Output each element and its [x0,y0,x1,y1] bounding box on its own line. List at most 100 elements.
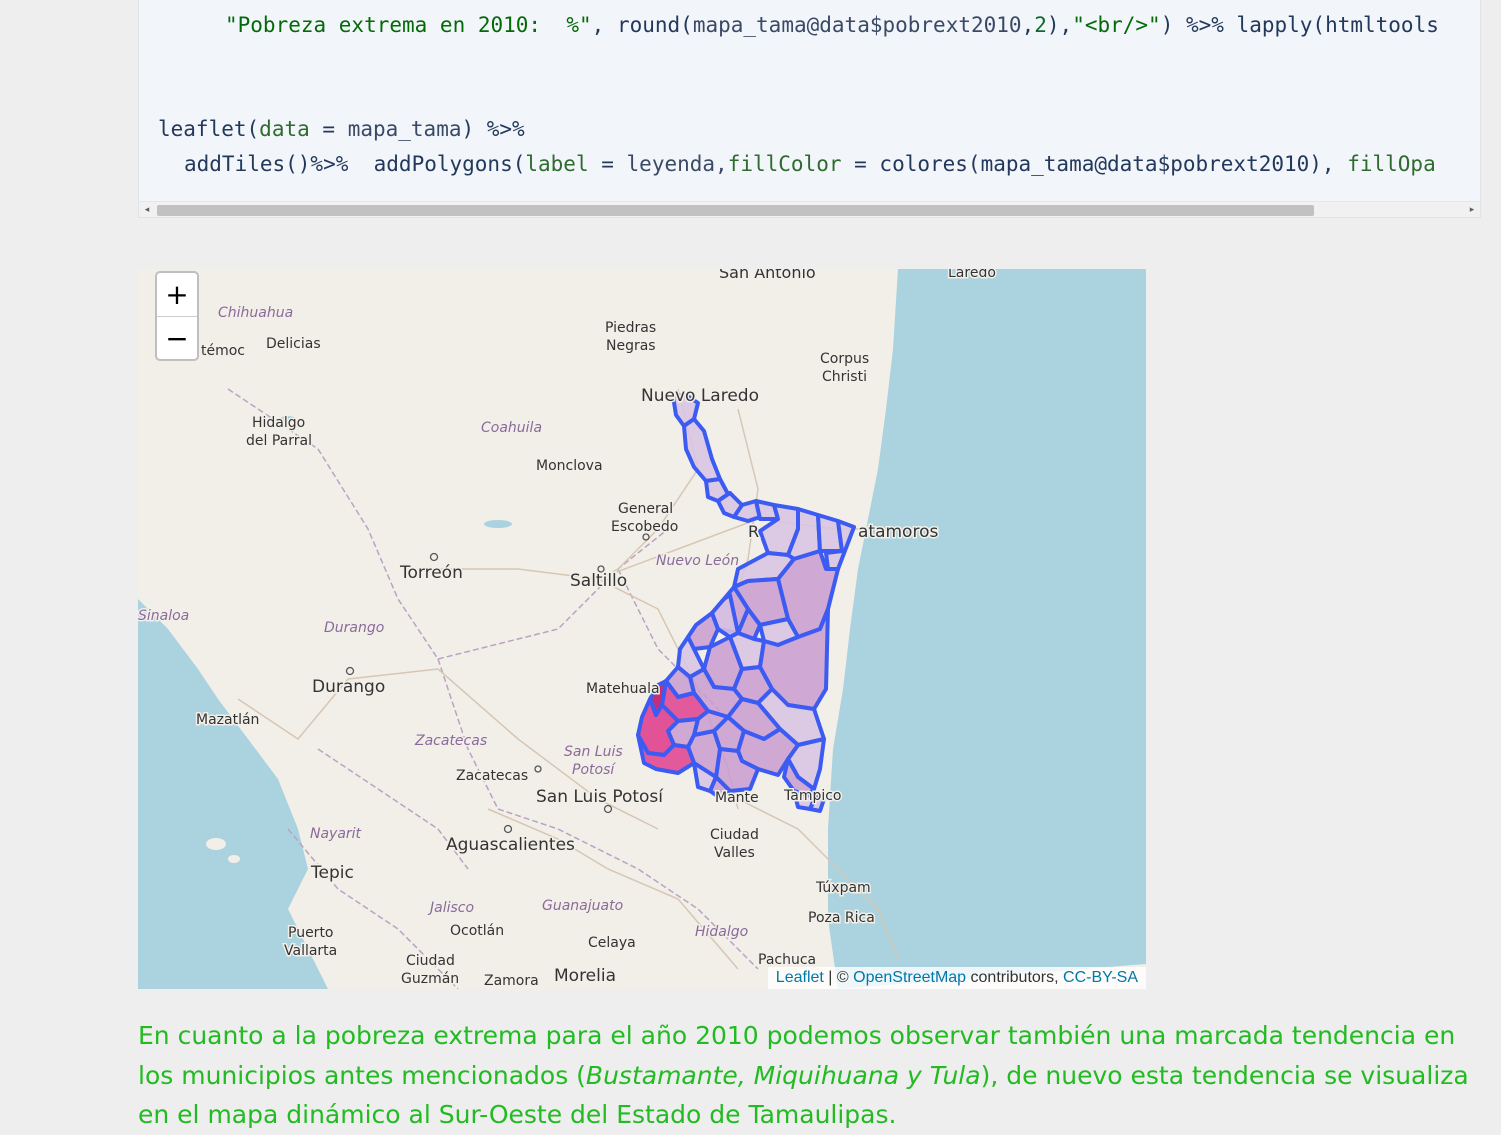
city-label: Ciudad [406,953,455,969]
city-label: Monclova [536,458,603,474]
leaflet-link[interactable]: Leaflet [776,969,824,986]
city-label: Aguascalientes [446,835,575,855]
lakes [280,416,512,528]
state-label: Chihuahua [218,305,293,321]
city-label: Puerto [288,925,334,941]
city-label: Zamora [484,973,539,989]
state-label: Guanajuato [542,898,623,914]
state-label: Jalisco [427,900,474,916]
code-line-addpolygons: addTiles()%>% addPolygons(label = leyend… [184,151,1436,177]
code-function: colores(mapa_tama@data$pobrext2010), [879,152,1348,176]
code-param: fillOpa [1347,152,1436,176]
code-punct: , [1059,13,1073,37]
code-operator: = [588,152,627,176]
city-label: Tampico [783,788,842,804]
city-label: Tepic [310,863,354,883]
city-label: Nuevo Laredo [641,386,759,406]
city-label: Celaya [588,935,636,951]
state-label: Durango [324,620,384,636]
city-label: Escobedo [611,519,678,535]
city-label: R [748,522,759,541]
city-label: Vallarta [284,943,337,959]
city-label: Saltillo [570,571,627,591]
state-label: Zacatecas [414,733,487,749]
city-label: Matehuala [586,681,660,697]
city-label: Valles [714,845,755,861]
code-punct: ( [246,117,260,141]
city-label: Mante [715,790,759,806]
code-object: mapa_tama [347,117,462,141]
scroll-left-icon[interactable]: ◂ [142,204,152,216]
municipios-emphasis: Bustamante, Miquihuana y Tula [585,1060,981,1090]
code-object: leyenda, [626,152,728,176]
city-label: Torreón [399,563,463,583]
municipio-guerrero[interactable] [682,417,722,483]
license-link[interactable]: CC-BY-SA [1063,969,1138,986]
city-label: Delicias [266,336,321,352]
attribution-contributors: contributors, [966,969,1064,986]
code-pipe-call: ) %>% lapply(htmltools [1160,13,1439,37]
city-label: témoc [201,343,245,359]
leaflet-map[interactable]: San Antonio Laredo Piedras Negras Corpus… [138,269,1146,989]
state-label: Nayarit [310,826,362,842]
openstreetmap-link[interactable]: OpenStreetMap [853,969,966,986]
code-param: fillColor [727,152,842,176]
analysis-paragraph: En cuanto a la pobreza extrema para el a… [138,1016,1478,1135]
city-label: Ocotlán [450,923,504,939]
code-function: leaflet [158,117,247,141]
code-line-pobreza: "Pobreza extrema en 2010: %", round(mapa… [225,12,1439,38]
city-label: San Luis Potosí [536,787,664,807]
zoom-out-button[interactable]: − [157,317,197,360]
state-label: Coahuila [481,420,542,436]
city-label: Pachuca [758,952,816,968]
state-label: Hidalgo [695,924,748,940]
code-function: addTiles()%>% addPolygons( [184,152,526,176]
city-label: Durango [312,677,385,697]
city-label: Ciudad [710,827,759,843]
code-line-leaflet: leaflet(data = mapa_tama) %>% [158,116,525,142]
code-string: "<br/>" [1072,13,1161,37]
island [228,855,240,863]
code-number: 2 [1034,13,1047,37]
city-label: Corpus [820,351,869,367]
city-label: atamoros [858,522,938,542]
scrollbar-thumb[interactable] [157,205,1314,216]
city-label: Hidalgo [252,415,305,431]
scroll-right-icon[interactable]: ▸ [1467,204,1477,216]
zoom-in-button[interactable]: + [157,273,197,317]
island [206,838,226,850]
city-label: Guzmán [401,971,459,987]
city-label: Túxpam [815,880,871,896]
city-label: Poza Rica [808,910,875,926]
code-operator: = [841,152,880,176]
attribution-separator: | © [823,969,854,986]
code-param: label [525,152,589,176]
code-param: data [259,117,310,141]
city-label: Laredo [948,269,996,281]
horizontal-scrollbar[interactable]: ◂ ▸ [139,201,1480,217]
city-label: Mazatlán [196,712,259,728]
state-label: San Luis [564,744,623,760]
tamaulipas-polygons[interactable] [636,393,856,813]
map-tiles: San Antonio Laredo Piedras Negras Corpus… [138,269,1146,989]
city-label: Zacatecas [456,768,528,784]
code-punct: ( [680,13,693,37]
city-label: del Parral [246,433,312,449]
state-label: Potosí [572,762,616,778]
map-attribution: Leaflet | © OpenStreetMap contributors, … [767,967,1146,989]
code-punct: ) [1046,13,1060,37]
gulf-of-mexico [828,269,1146,989]
code-punct: , [591,13,617,37]
city-label: General [618,501,673,517]
code-operator: = [309,117,348,141]
city-label: Christi [822,369,867,385]
code-block: "Pobreza extrema en 2010: %", round(mapa… [138,0,1481,218]
code-function: round [616,13,681,37]
code-string: "Pobreza extrema en 2010: %" [225,13,592,37]
state-label: Sinaloa [138,608,189,624]
code-punct: , [1021,13,1035,37]
city-label: San Antonio [719,269,816,282]
city-label: Morelia [554,966,616,986]
code-object: mapa_tama@data$pobrext2010 [692,13,1022,37]
code-pipe: ) %>% [461,117,525,141]
